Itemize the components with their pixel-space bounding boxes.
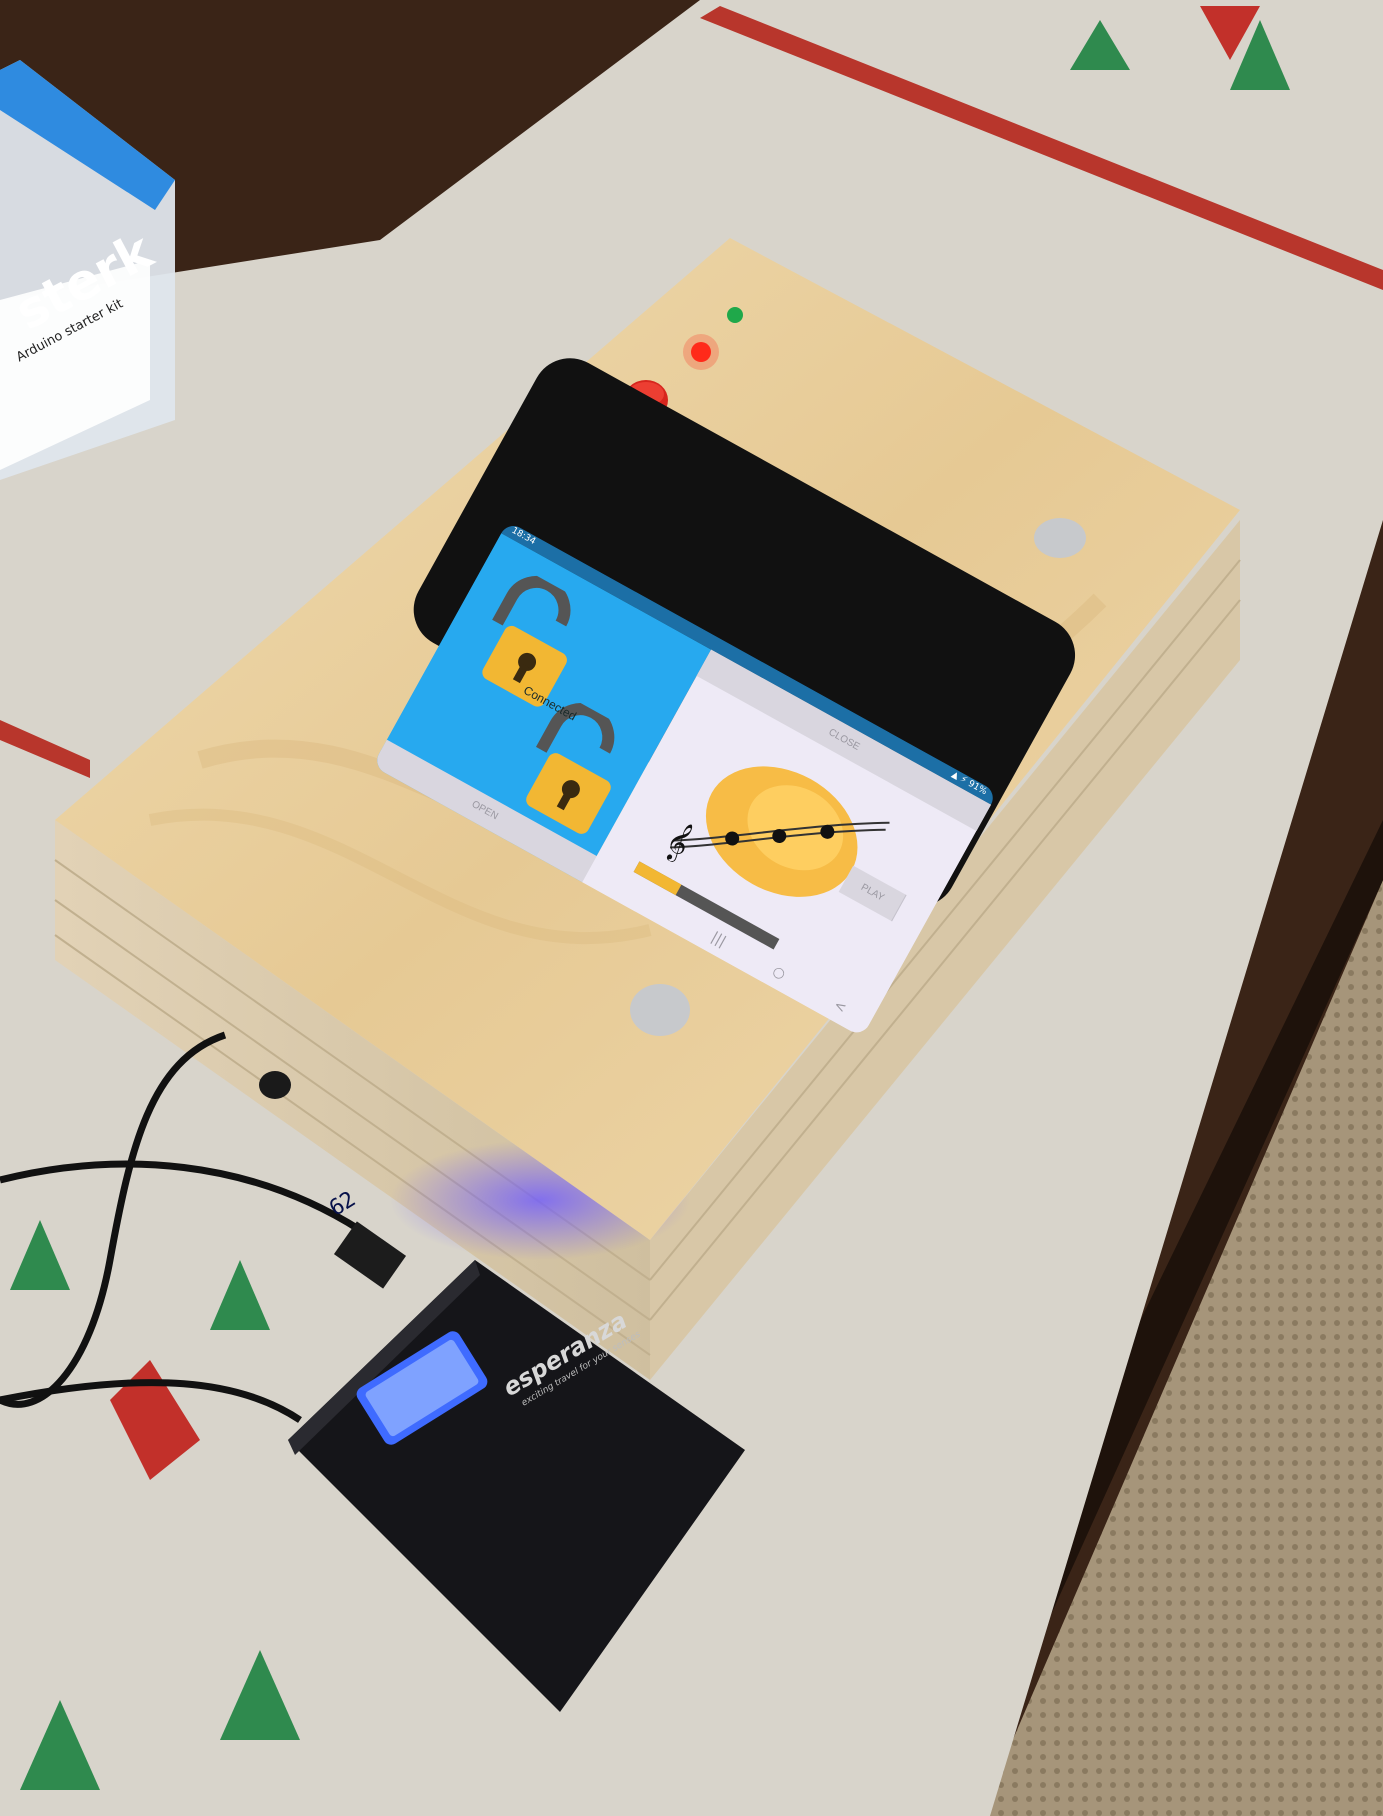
svg-text:𝄞: 𝄞 xyxy=(659,817,698,865)
green-led xyxy=(727,307,743,323)
home-button[interactable]: ○ xyxy=(770,963,788,983)
back-button[interactable]: < xyxy=(831,997,849,1017)
screw-head xyxy=(1034,518,1086,558)
recent-apps-button[interactable]: ||| xyxy=(708,929,728,950)
screw-head xyxy=(630,984,690,1036)
